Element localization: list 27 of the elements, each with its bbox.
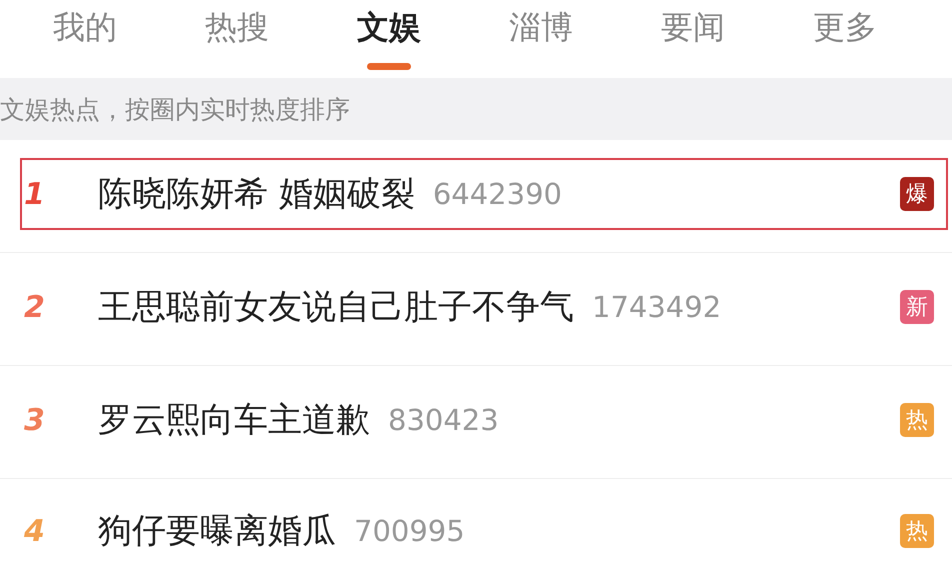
tab[interactable]: 要闻 (617, 0, 769, 78)
heat-count: 700995 (354, 514, 466, 548)
rank-number: 4 (23, 514, 46, 548)
tab[interactable]: 热搜 (161, 0, 313, 78)
heat-count: 1743492 (592, 290, 722, 324)
hot-search-item[interactable]: 4 狗仔要曝离婚瓜 700995 热 (20, 495, 948, 567)
rank-number: 2 (23, 290, 46, 324)
rank-number: 3 (23, 402, 46, 438)
topic-title: 王思聪前女友说自己肚子不争气 (98, 286, 574, 329)
heat-count: 830423 (388, 403, 500, 437)
tab[interactable]: 我的 (9, 0, 161, 78)
list-description: 文娱热点，按圈内实时热度排序 (0, 94, 350, 126)
topic-title: 狗仔要曝离婚瓜 (98, 510, 336, 553)
rank-number: 1 (23, 176, 46, 212)
status-badge: 热 (900, 514, 934, 548)
topic-title: 罗云熙向车主道歉 (98, 399, 370, 442)
status-badge: 热 (900, 403, 934, 437)
status-badge: 爆 (900, 177, 934, 211)
status-badge: 新 (900, 290, 934, 324)
hot-search-item[interactable]: 1 陈晓陈妍希 婚姻破裂 6442390 爆 (20, 158, 948, 230)
heat-count: 6442390 (432, 177, 563, 211)
tab[interactable]: 更多 (769, 0, 921, 78)
topic-title: 陈晓陈妍希 婚姻破裂 (98, 173, 415, 216)
tab[interactable]: 淄博 (465, 0, 617, 78)
hot-search-item[interactable]: 3 罗云熙向车主道歉 830423 热 (20, 384, 948, 456)
tab[interactable]: 文娱 (313, 0, 465, 78)
hot-search-item[interactable]: 2 王思聪前女友说自己肚子不争气 1743492 新 (20, 271, 948, 343)
